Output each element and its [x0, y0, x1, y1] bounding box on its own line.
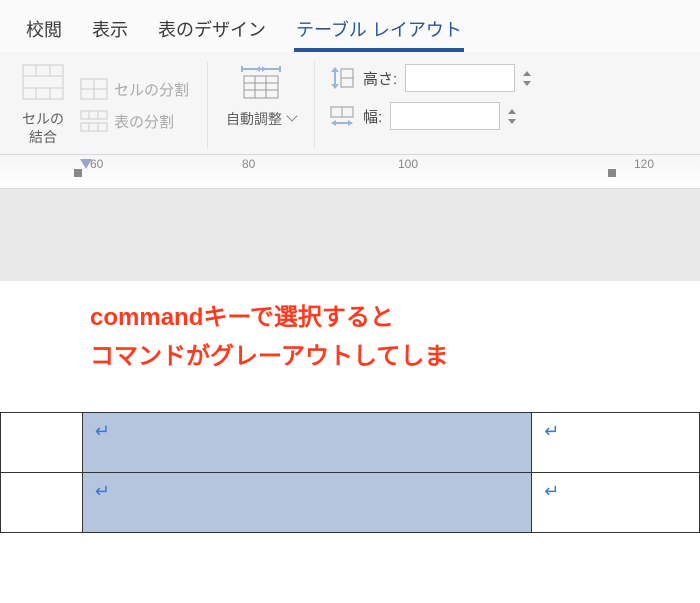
height-label: 高さ:	[363, 68, 397, 89]
table-cell[interactable]: ↵	[532, 473, 700, 533]
ribbon-group-merge: セルの 結合 セルの分割	[18, 62, 208, 148]
chevron-down-icon	[286, 110, 297, 121]
split-table-label: 表の分割	[114, 111, 174, 132]
height-input[interactable]	[405, 64, 515, 92]
chevron-up-icon	[508, 106, 518, 116]
table-cell[interactable]: ↵	[532, 413, 700, 473]
split-table-button[interactable]: 表の分割	[76, 108, 193, 134]
column-marker-icon[interactable]	[74, 169, 82, 177]
ribbon-group-autofit: 自動調整	[222, 62, 315, 148]
split-table-icon	[80, 110, 108, 132]
width-spinner[interactable]	[508, 106, 518, 127]
ribbon-group-size: 高さ: 幅:	[329, 62, 547, 148]
merge-cells-label-2: 結合	[29, 129, 57, 145]
split-cells-label: セルの分割	[114, 79, 189, 100]
table-cell-selected[interactable]: ↵	[82, 413, 531, 473]
paragraph-mark-icon: ↵	[95, 421, 110, 441]
table-row[interactable]: ↵ ↵	[1, 413, 700, 473]
table-cell[interactable]	[1, 473, 83, 533]
autofit-button[interactable]: 自動調整	[222, 62, 300, 130]
row-height-icon	[329, 67, 355, 89]
table-cell-selected[interactable]: ↵	[82, 473, 531, 533]
split-cells-icon	[80, 78, 108, 100]
autofit-icon	[238, 64, 284, 100]
width-input[interactable]	[390, 102, 500, 130]
chevron-down-icon	[523, 79, 533, 89]
merge-cells-icon	[22, 64, 64, 100]
autofit-label: 自動調整	[226, 110, 282, 128]
merge-cells-label-1: セルの	[22, 111, 64, 127]
document-page: commandキーで選択すると コマンドがグレーアウトしてしま ↵ ↵ ↵ ↵	[0, 281, 700, 533]
ruler-number: 120	[634, 157, 654, 171]
ruler[interactable]: 60 80 100 120	[0, 155, 700, 189]
page-gap	[0, 189, 700, 281]
split-cells-button[interactable]: セルの分割	[76, 76, 193, 102]
table-row[interactable]: ↵ ↵	[1, 473, 700, 533]
merge-cells-button[interactable]: セルの 結合	[18, 62, 68, 148]
height-spinner[interactable]	[523, 68, 533, 89]
tab-view[interactable]: 表示	[90, 10, 130, 52]
ruler-number: 60	[90, 157, 103, 171]
tab-table-design[interactable]: 表のデザイン	[156, 10, 268, 52]
document-table[interactable]: ↵ ↵ ↵ ↵	[0, 412, 700, 533]
chevron-down-icon	[508, 117, 518, 127]
annotation-line1: commandキーで選択すると	[90, 304, 394, 331]
ribbon: セルの 結合 セルの分割	[0, 52, 700, 155]
table-cell[interactable]	[1, 413, 83, 473]
chevron-up-icon	[523, 68, 533, 78]
ruler-number: 100	[398, 157, 418, 171]
annotation-text: commandキーで選択すると コマンドがグレーアウトしてしま	[0, 299, 700, 376]
paragraph-mark-icon: ↵	[544, 421, 559, 441]
col-width-icon	[329, 105, 355, 127]
indent-handle-icon[interactable]	[80, 159, 92, 169]
column-marker-icon[interactable]	[608, 169, 616, 177]
width-label: 幅:	[363, 106, 382, 127]
paragraph-mark-icon: ↵	[95, 481, 110, 501]
ribbon-tabs: 校閲 表示 表のデザイン テーブル レイアウト	[0, 0, 700, 52]
tab-review[interactable]: 校閲	[24, 10, 64, 52]
ruler-number: 80	[242, 157, 255, 171]
annotation-line2: コマンドがグレーアウトしてしま	[90, 343, 448, 370]
tab-table-layout[interactable]: テーブル レイアウト	[294, 10, 464, 52]
paragraph-mark-icon: ↵	[544, 481, 559, 501]
